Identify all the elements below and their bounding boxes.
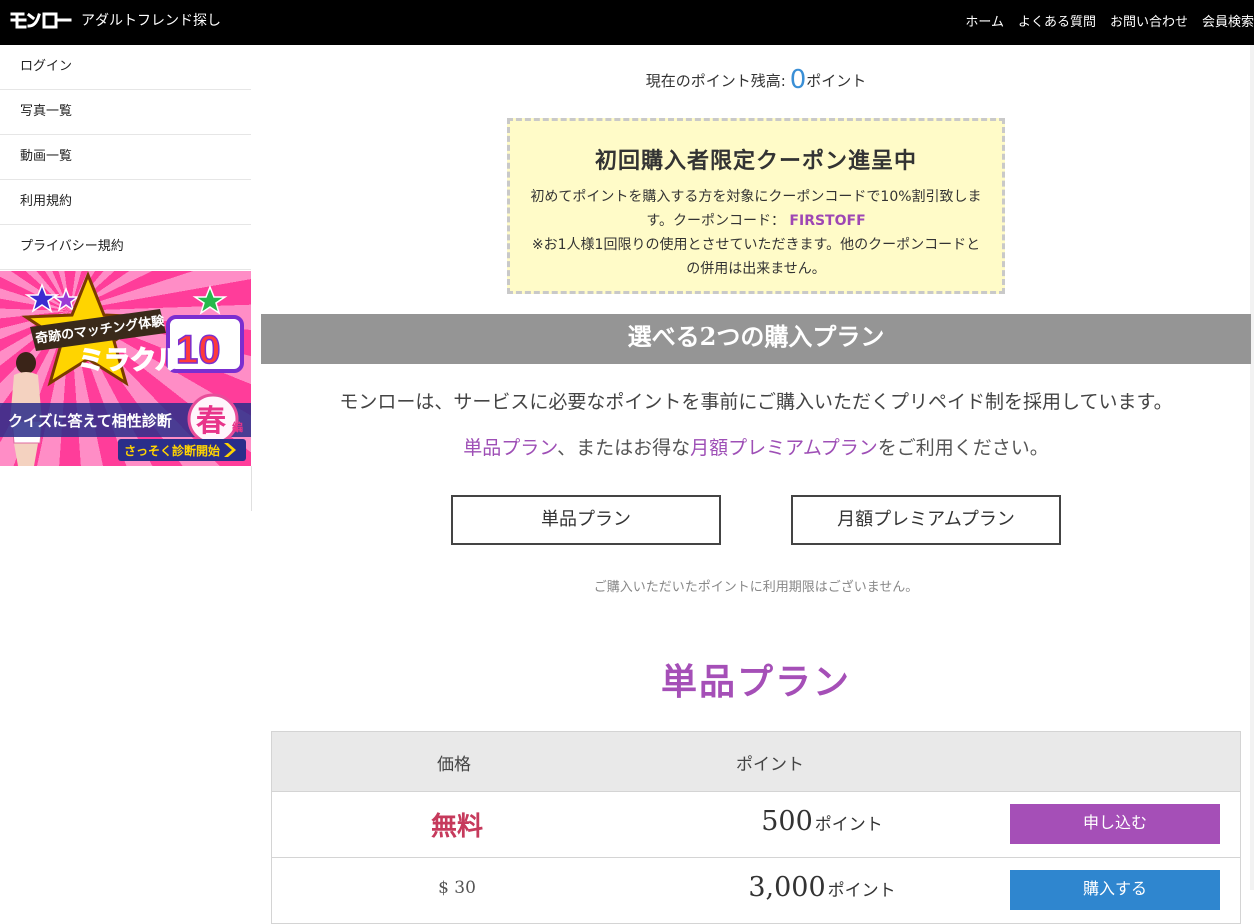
row-price: $ 30	[438, 878, 476, 898]
link-monthly-plan[interactable]: 月額プレミアムプラン	[690, 437, 878, 459]
points-suffix: ポイント	[806, 72, 867, 90]
top-nav: ホーム よくある質問 お問い合わせ 会員検索	[965, 11, 1254, 30]
single-plan-button[interactable]: 単品プラン	[451, 495, 721, 545]
sidebar-divider	[251, 466, 252, 511]
purchase-button[interactable]: 購入する	[1010, 870, 1220, 910]
scrollbar[interactable]	[1250, 45, 1254, 890]
sidebar: ログイン 写真一覧 動画一覧 利用規約 プライバシー規約	[0, 45, 251, 270]
coupon-code: FIRSTOFF	[789, 213, 866, 229]
link-single-plan[interactable]: 単品プラン	[463, 437, 557, 459]
table-header: 価格 ポイント	[271, 731, 1241, 792]
intro-mid-text: 、またはお得な	[557, 437, 691, 459]
nav-home[interactable]: ホーム	[965, 11, 1004, 30]
sidebar-item-videos[interactable]: 動画一覧	[0, 135, 251, 180]
nav-contact[interactable]: お問い合わせ	[1110, 11, 1188, 30]
banner-season-suffix: 編	[232, 420, 243, 434]
monthly-plan-button[interactable]: 月額プレミアムプラン	[791, 495, 1061, 545]
nav-faq[interactable]: よくある質問	[1018, 11, 1096, 30]
nav-member-search[interactable]: 会員検索	[1202, 11, 1254, 30]
coupon-text: 初めてポイントを購入する方を対象にクーポンコードで10%割引致します。クーポンコ…	[530, 189, 982, 229]
row-points-value: 3,000	[748, 872, 826, 903]
plans-header: 選べる2つの購入プラン	[261, 314, 1251, 364]
apply-button[interactable]: 申し込む	[1010, 804, 1220, 844]
coupon-title: 初回購入者限定クーポン進呈中	[594, 148, 917, 174]
logo-mark-icon	[10, 12, 72, 29]
column-price: 価格	[437, 755, 471, 775]
points-balance: 現在のポイント残高: 0ポイント	[261, 65, 1251, 95]
row-price: 無料	[430, 812, 483, 842]
coupon-note: ※お1人様1回限りの使用とさせていただきます。他のクーポンコードとの併用は出来ま…	[531, 237, 981, 277]
single-plan-table: 価格 ポイント 無料 500 ポイント 申し込む $ 30 3,000 ポイント 購…	[271, 731, 1241, 924]
points-value: 0	[789, 65, 807, 95]
banner-line2: クイズに答えて相性診断	[8, 412, 172, 430]
row-points: 500 ポイント	[642, 806, 1002, 837]
star-icon	[24, 282, 60, 313]
logo[interactable]	[10, 9, 72, 31]
row-points: 3,000 ポイント	[642, 872, 1002, 903]
banner-brand-num: 10	[176, 328, 221, 372]
plans-intro: モンローは、サービスに必要なポイントを事前にご購入いただくプリペイド制を採用して…	[339, 391, 1173, 413]
sidebar-item-photos[interactable]: 写真一覧	[0, 90, 251, 135]
banner-art: 奇跡のマッチング体験 ミラクル 10 クイズに答えて相性診断 春 編 さっそく診…	[0, 271, 251, 466]
single-plan-title: 単品プラン	[660, 661, 851, 703]
sidebar-item-terms[interactable]: 利用規約	[0, 180, 251, 225]
column-points: ポイント	[736, 755, 804, 775]
coupon-box: 初回購入者限定クーポン進呈中 初めてポイントを購入する方を対象にクーポンコードで…	[507, 118, 1005, 294]
row-points-unit: ポイント	[827, 881, 896, 901]
points-expiry-note: ご購入いただいたポイントに利用期限はございません。	[593, 580, 919, 595]
coupon-body: 初めてポイントを購入する方を対象にクーポンコードで10%割引致します。クーポンコ…	[528, 185, 984, 281]
table-row: $ 30 3,000 ポイント 購入する	[271, 858, 1241, 924]
sidebar-item-privacy[interactable]: プライバシー規約	[0, 225, 251, 270]
banner-cta: さっそく診断開始	[124, 443, 220, 458]
sidebar-item-login[interactable]: ログイン	[0, 45, 251, 90]
banner-season: 春	[196, 404, 226, 439]
banner-brand: ミラクル	[78, 345, 181, 375]
row-points-unit: ポイント	[814, 815, 883, 835]
site-tagline: アダルトフレンド探し	[81, 13, 221, 29]
row-points-value: 500	[761, 806, 813, 837]
plans-intro-links: 単品プラン、またはお得な月額プレミアムプランをご利用ください。	[261, 433, 1251, 460]
points-prefix: 現在のポイント残高:	[645, 72, 786, 90]
miracle10-banner[interactable]: 奇跡のマッチング体験 ミラクル 10 クイズに答えて相性診断 春 編 さっそく診…	[0, 271, 251, 466]
intro-end-text: をご利用ください。	[877, 437, 1049, 459]
table-row: 無料 500 ポイント 申し込む	[271, 792, 1241, 858]
top-bar: アダルトフレンド探し ホーム よくある質問 お問い合わせ 会員検索	[0, 0, 1254, 45]
star-icon	[192, 284, 228, 315]
